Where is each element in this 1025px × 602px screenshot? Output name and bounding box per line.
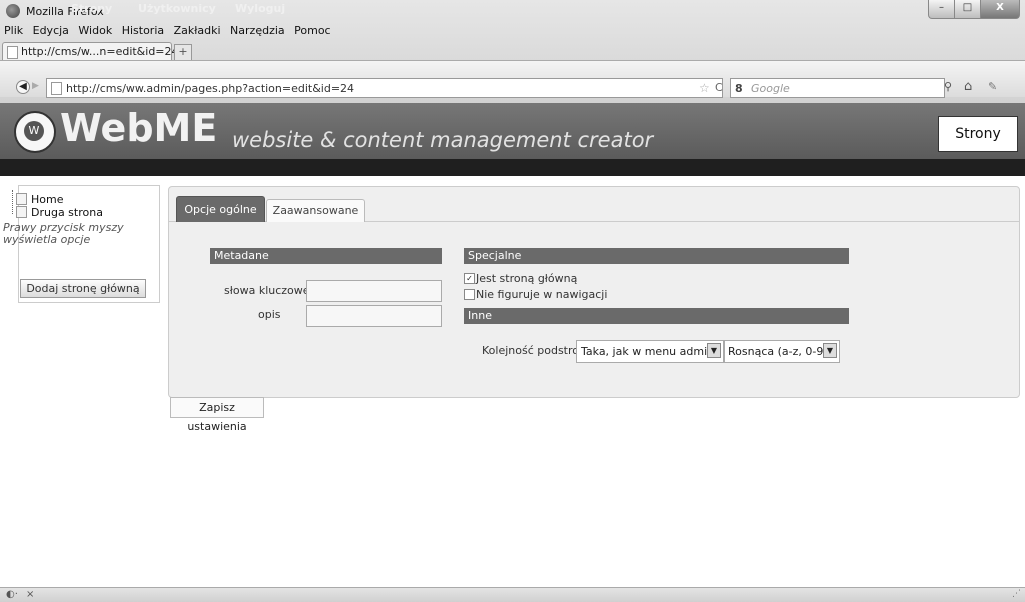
nav-item-strony[interactable]: Strony bbox=[71, 2, 112, 15]
menu-zakladki[interactable]: Zakładki bbox=[174, 24, 221, 37]
menu-bar: Plik Edycja Widok Historia Zakładki Narz… bbox=[4, 24, 337, 40]
new-tab-button[interactable]: + bbox=[174, 44, 192, 61]
menu-plik[interactable]: Plik bbox=[4, 24, 23, 37]
forward-icon[interactable]: ▶ bbox=[32, 81, 39, 91]
browser-tab[interactable]: http://cms/w...n=edit&id=24 bbox=[2, 42, 179, 60]
tree-item-label: Home bbox=[31, 193, 64, 206]
page-icon bbox=[16, 193, 27, 205]
add-main-page-button[interactable]: Dodaj stronę główną bbox=[20, 279, 146, 298]
chevron-down-icon[interactable]: ▼ bbox=[707, 343, 721, 358]
subpage-order-label: Kolejność podstron bbox=[482, 344, 586, 357]
chevron-down-icon[interactable]: ▼ bbox=[823, 343, 837, 358]
tagline: website & content management creator bbox=[232, 128, 654, 152]
brand-name: WebME bbox=[60, 106, 218, 150]
menu-historia[interactable]: Historia bbox=[122, 24, 164, 37]
close-button[interactable]: X bbox=[980, 0, 1020, 19]
tab-advanced[interactable]: Zaawansowane bbox=[266, 199, 365, 222]
tree-item-home[interactable]: Home bbox=[16, 193, 63, 206]
url-text: http://cms/ww.admin/pages.php?action=edi… bbox=[66, 82, 355, 95]
search-placeholder: Google bbox=[751, 82, 790, 95]
page-icon bbox=[51, 82, 62, 95]
search-engine-icon[interactable]: 8 bbox=[735, 82, 743, 95]
close-addon-bar-icon[interactable]: × bbox=[26, 589, 34, 600]
reload-icon[interactable]: C bbox=[715, 81, 723, 94]
tree-item-druga-strona[interactable]: Druga strona bbox=[16, 206, 103, 219]
bookmark-star-icon[interactable]: ☆ bbox=[699, 81, 710, 95]
status-bar bbox=[0, 587, 1025, 602]
tab-general-options[interactable]: Opcje ogólne bbox=[176, 196, 265, 222]
is-main-page-label: Jest stroną główną bbox=[476, 272, 578, 285]
menu-pomoc[interactable]: Pomoc bbox=[294, 24, 330, 37]
firefox-icon bbox=[6, 4, 20, 18]
resize-grip-icon[interactable]: ⋰ bbox=[1012, 589, 1021, 599]
sort-direction-value: Rosnąca (a-z, 0-9) bbox=[728, 345, 828, 358]
addon-bar-icon[interactable]: ◐· bbox=[6, 589, 18, 600]
search-input[interactable]: 8 Google bbox=[730, 78, 945, 98]
hide-from-nav-checkbox[interactable] bbox=[464, 289, 475, 300]
menu-edycja[interactable]: Edycja bbox=[33, 24, 69, 37]
back-icon[interactable]: ◀ bbox=[16, 80, 30, 94]
page-icon bbox=[7, 46, 18, 59]
sidebar-hint: Prawy przycisk myszy wyświetla opcje bbox=[3, 221, 124, 246]
special-heading: Specjalne bbox=[464, 248, 849, 264]
menu-narzedzia[interactable]: Narzędzia bbox=[230, 24, 285, 37]
tree-item-label: Druga strona bbox=[31, 206, 103, 219]
tree-connector bbox=[12, 190, 14, 214]
other-heading: Inne bbox=[464, 308, 849, 324]
addon-icon[interactable]: ✎ bbox=[988, 80, 997, 93]
keywords-label: słowa kluczowe bbox=[224, 284, 310, 297]
tab-label: http://cms/w...n=edit&id=24 bbox=[21, 45, 179, 58]
search-icon[interactable]: ⚲ bbox=[944, 80, 952, 93]
home-icon[interactable]: ⌂ bbox=[964, 79, 972, 94]
is-main-page-checkbox[interactable]: ✓ bbox=[464, 273, 475, 284]
keywords-input[interactable] bbox=[306, 280, 442, 302]
metadata-heading: Metadane bbox=[210, 248, 442, 264]
minimize-button[interactable]: – bbox=[928, 0, 955, 19]
menu-widok[interactable]: Widok bbox=[78, 24, 112, 37]
address-bar[interactable]: http://cms/ww.admin/pages.php?action=edi… bbox=[46, 78, 723, 98]
nav-item-uzytkownicy[interactable]: Użytkownicy bbox=[138, 2, 216, 15]
page-icon bbox=[16, 206, 27, 218]
nav-item-wyloguj[interactable]: Wyloguj bbox=[235, 2, 285, 15]
subpage-order-value: Taka, jak w menu admin bbox=[581, 345, 715, 358]
maximize-button[interactable]: □ bbox=[954, 0, 981, 19]
description-label: opis bbox=[258, 308, 281, 321]
admin-nav bbox=[0, 159, 1025, 176]
section-badge: Strony bbox=[938, 116, 1018, 152]
description-input[interactable] bbox=[306, 305, 442, 327]
hide-from-nav-label: Nie figuruje w nawigacji bbox=[476, 288, 608, 301]
save-settings-button[interactable]: Zapisz ustawienia bbox=[170, 397, 264, 433]
logo-mark: W bbox=[24, 121, 44, 141]
